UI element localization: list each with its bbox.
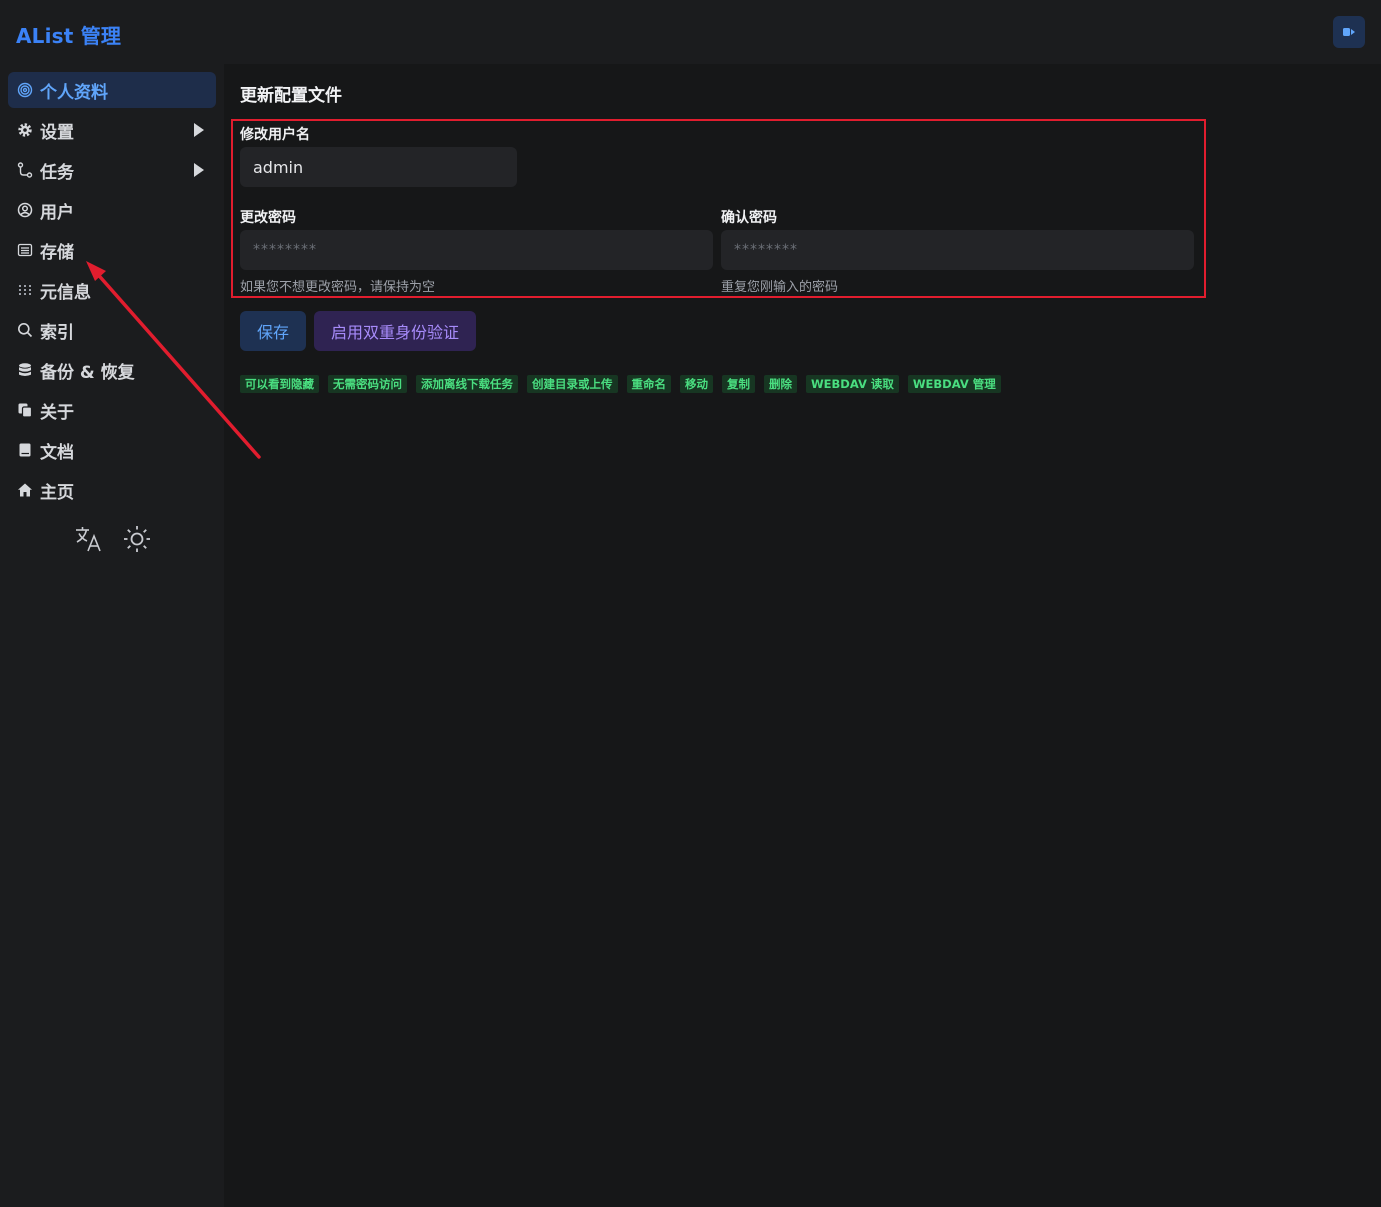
- permission-tag: 删除: [764, 375, 797, 393]
- permission-tag: 复制: [722, 375, 755, 393]
- language-switch-button[interactable]: [74, 524, 104, 554]
- password-label: 更改密码: [240, 210, 296, 226]
- home-icon: [16, 481, 34, 499]
- sidebar-item-docs[interactable]: 文档: [8, 432, 216, 468]
- username-input[interactable]: admin: [240, 147, 517, 187]
- sidebar-item-storage[interactable]: 存储: [8, 232, 216, 268]
- confirm-password-help: 重复您刚输入的密码: [721, 280, 839, 295]
- sidebar-item-label: 元信息: [40, 282, 91, 303]
- sidebar-item-about[interactable]: 关于: [8, 392, 216, 428]
- confirm-password-label: 确认密码: [721, 210, 777, 226]
- sidebar-item-backup[interactable]: 备份 & 恢复: [8, 352, 216, 388]
- permission-tag: 创建目录或上传: [527, 375, 618, 393]
- logout-icon: [1343, 28, 1355, 36]
- sidebar-item-tasks[interactable]: 任务: [8, 152, 216, 188]
- translate-icon: [76, 527, 101, 552]
- sidebar-item-home[interactable]: 主页: [8, 472, 216, 508]
- password-help: 如果您不想更改密码，请保持为空: [240, 280, 436, 295]
- sidebar-item-meta[interactable]: 元信息: [8, 272, 216, 308]
- sidebar-item-label: 备份 & 恢复: [40, 362, 135, 383]
- permission-tag: 无需密码访问: [328, 375, 407, 393]
- sidebar-item-label: 主页: [40, 482, 74, 503]
- search-icon: [16, 321, 34, 339]
- expand-arrow-icon[interactable]: [194, 163, 204, 177]
- page-title: 更新配置文件: [240, 86, 342, 106]
- permission-tag: 可以看到隐藏: [240, 375, 319, 393]
- username-label: 修改用户名: [240, 127, 310, 143]
- book-icon: [16, 441, 34, 459]
- enable-2fa-button[interactable]: 启用双重身份验证: [314, 311, 476, 351]
- annotation-highlight-box: [231, 119, 1206, 298]
- permission-tag: 移动: [680, 375, 713, 393]
- sidebar-item-profile[interactable]: 个人资料: [8, 72, 216, 108]
- permission-tag: WEBDAV 读取: [806, 375, 899, 393]
- database-icon: [16, 361, 34, 379]
- fingerprint-icon: [16, 81, 34, 99]
- sidebar-item-index[interactable]: 索引: [8, 312, 216, 348]
- confirm-password-input[interactable]: ********: [721, 230, 1194, 270]
- header: AList 管理: [0, 0, 1381, 64]
- sidebar-item-settings[interactable]: 设置: [8, 112, 216, 148]
- sidebar-item-label: 设置: [40, 122, 74, 143]
- sidebar-item-label: 关于: [40, 402, 74, 423]
- sidebar-item-label: 用户: [40, 202, 74, 223]
- expand-arrow-icon[interactable]: [194, 123, 204, 137]
- logout-button[interactable]: [1333, 16, 1365, 48]
- storage-icon: [16, 241, 34, 259]
- sidebar-item-label: 存储: [40, 242, 74, 263]
- permission-tag: 添加离线下载任务: [416, 375, 518, 393]
- sidebar-item-label: 任务: [40, 162, 74, 183]
- permission-tag: 重命名: [626, 375, 671, 393]
- sidebar-item-label: 文档: [40, 442, 74, 463]
- route-icon: [16, 161, 34, 179]
- meta-icon: [16, 281, 34, 299]
- sidebar-item-users[interactable]: 用户: [8, 192, 216, 228]
- sidebar-item-label: 索引: [40, 322, 74, 343]
- sun-icon: [124, 526, 150, 552]
- gear-icon: [16, 121, 34, 139]
- sidebar: 个人资料 设置 任务 用户 存储 元信息 索引 备份 & 恢复 关于 文档 主页: [0, 64, 224, 1207]
- sidebar-tools: [74, 524, 152, 554]
- copy-icon: [16, 401, 34, 419]
- permission-tag: WEBDAV 管理: [907, 375, 1001, 393]
- theme-toggle-button[interactable]: [122, 524, 152, 554]
- save-button[interactable]: 保存: [240, 311, 306, 351]
- password-input[interactable]: ********: [240, 230, 713, 270]
- user-circle-icon: [16, 201, 34, 219]
- brand-title[interactable]: AList 管理: [16, 20, 121, 49]
- sidebar-item-label: 个人资料: [40, 82, 108, 103]
- permission-tags: 可以看到隐藏 无需密码访问 添加离线下载任务 创建目录或上传 重命名 移动 复制…: [240, 375, 1001, 393]
